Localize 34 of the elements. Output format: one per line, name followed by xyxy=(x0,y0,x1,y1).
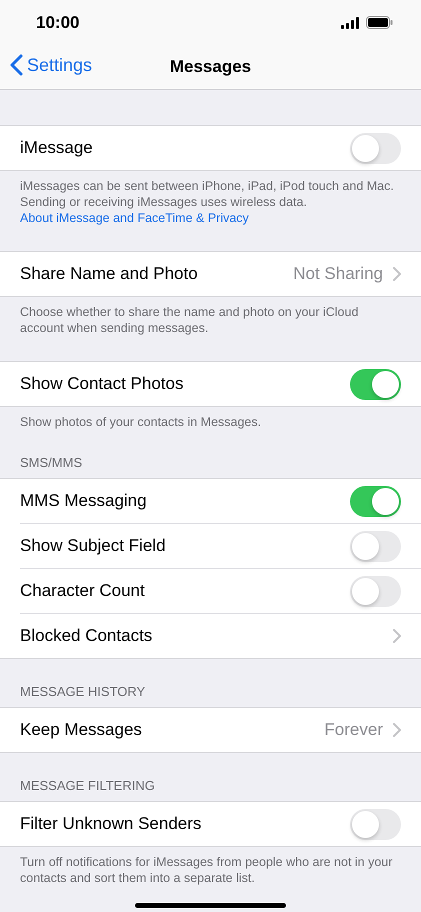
battery-icon xyxy=(366,16,393,29)
setting-label[interactable]: Keep Messages xyxy=(20,720,142,740)
section-header: MESSAGE HISTORY xyxy=(19,684,146,701)
setting-label: Character Count xyxy=(20,581,145,601)
chevron-right-icon xyxy=(393,629,401,643)
section-header: MESSAGE FILTERING xyxy=(19,778,156,795)
back-chevron-icon xyxy=(10,54,23,76)
setting-label: iMessage xyxy=(20,138,93,158)
section-footer: Choose whether to share the name and photo on your iCloud account when sending messages. xyxy=(20,304,405,336)
back-button[interactable]: Settings xyxy=(10,54,92,76)
chevron-right-icon xyxy=(393,723,401,737)
section-footer: Show photos of your contacts in Messages. xyxy=(20,414,405,430)
setting-label: Filter Unknown Senders xyxy=(20,814,202,834)
section-footer: Turn off notifications for iMessages from people who are not in your contacts and sort them into a separate list. xyxy=(20,854,405,886)
toggle-switch[interactable] xyxy=(350,486,401,516)
chevron-right-icon xyxy=(393,267,401,281)
toggle-switch[interactable] xyxy=(350,368,401,400)
section-header: SMS/MMS xyxy=(19,455,84,472)
setting-label: Show Subject Field xyxy=(20,536,166,556)
page-title: Messages xyxy=(170,57,252,77)
setting-label[interactable]: Blocked Contacts xyxy=(20,626,152,646)
toggle-switch[interactable] xyxy=(350,808,401,840)
setting-value: Not Sharing xyxy=(293,264,383,284)
toggle-switch[interactable] xyxy=(350,576,401,606)
privacy-link[interactable]: About iMessage and FaceTime & Privacy xyxy=(20,210,249,226)
setting-label: MMS Messaging xyxy=(20,491,147,511)
signal-icon xyxy=(341,16,360,28)
toggle-switch[interactable] xyxy=(350,530,401,562)
status-time: 10:00 xyxy=(36,12,80,32)
setting-value: Forever xyxy=(324,720,383,740)
toggle-switch[interactable] xyxy=(350,132,401,164)
section-footer: iMessages can be sent between iPhone, iPad, iPod touch and Mac. Sending or receiving iMessages uses wireless data. xyxy=(20,178,405,210)
setting-label: Show Contact Photos xyxy=(20,374,184,394)
setting-label[interactable]: Share Name and Photo xyxy=(20,264,198,284)
